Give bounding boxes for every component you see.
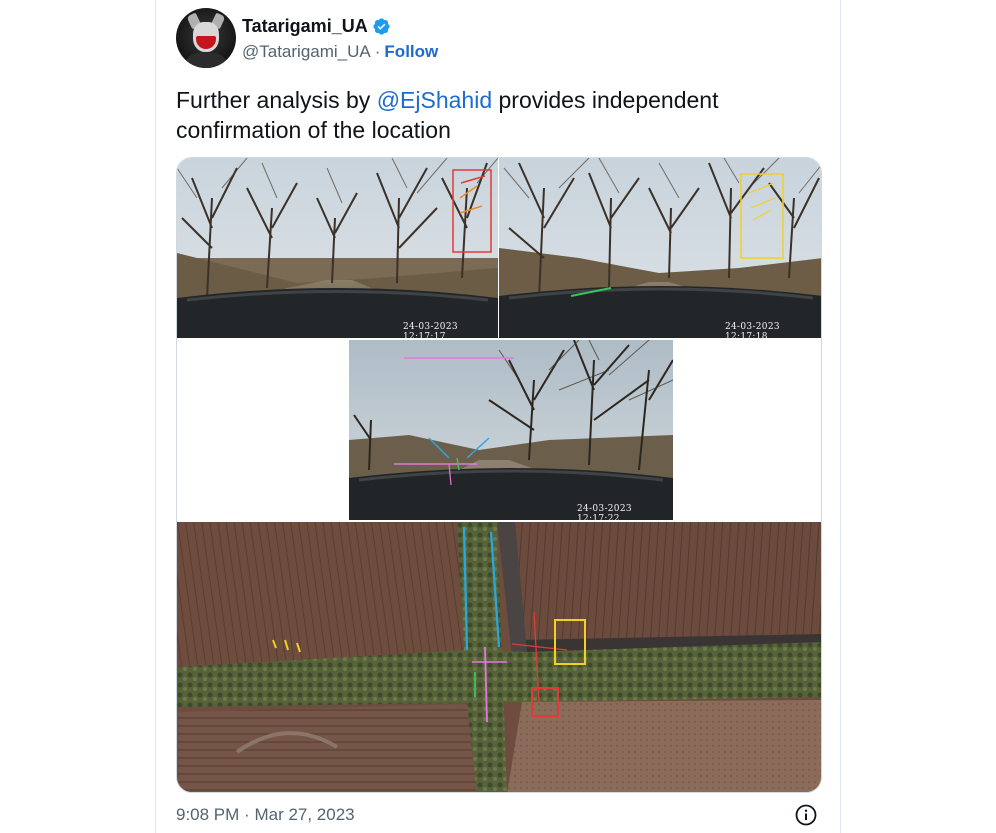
tweet-date: Mar 27, 2023	[254, 805, 355, 824]
tweet-card: Tatarigami_UA @Tatarigami_UA · Follow Fu…	[155, 0, 841, 833]
frame-3-timestamp: 24-03-2023 12:17:22	[577, 504, 632, 520]
satellite-view	[177, 522, 821, 792]
mention-link[interactable]: @EjShahid	[377, 87, 492, 113]
tweet-media-image[interactable]: 24-03-2023 12:17:17 24-03-2023 12:17:18 …	[176, 157, 822, 793]
dashcam-frame-1: 24-03-2023 12:17:17	[177, 158, 498, 338]
dashcam-frame-3: 24-03-2023 12:17:22	[349, 340, 673, 520]
follow-button[interactable]: Follow	[384, 42, 438, 62]
tweet-timestamp[interactable]: 9:08 PM · Mar 27, 2023	[176, 805, 355, 825]
separator-dot: ·	[374, 42, 381, 61]
tweet-header: Tatarigami_UA @Tatarigami_UA · Follow	[176, 8, 816, 68]
name-row: Tatarigami_UA	[242, 16, 391, 37]
tweet-text: Further analysis by @EjShahid provides i…	[176, 85, 816, 145]
dashcam-frame-2: 24-03-2023 12:17:18	[499, 158, 821, 338]
frame-2-timestamp: 24-03-2023 12:17:18	[725, 322, 780, 338]
info-icon[interactable]	[794, 803, 818, 827]
tweet-time: 9:08 PM	[176, 805, 240, 824]
verified-badge-icon	[373, 18, 390, 35]
avatar[interactable]	[176, 8, 236, 68]
timestamp-separator: ·	[244, 805, 250, 824]
handle[interactable]: @Tatarigami_UA	[242, 42, 371, 62]
display-name[interactable]: Tatarigami_UA	[242, 16, 368, 37]
frame-1-timestamp: 24-03-2023 12:17:17	[403, 322, 458, 338]
tweet-text-before: Further analysis by	[176, 87, 377, 113]
handle-row: @Tatarigami_UA · Follow	[242, 42, 438, 62]
